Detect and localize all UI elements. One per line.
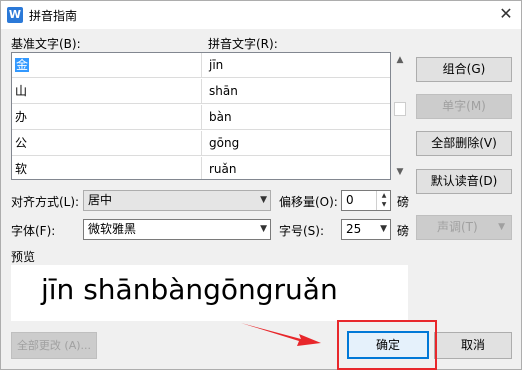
offset-label: 偏移量(O): bbox=[279, 195, 338, 209]
pinyin-text-cell[interactable]: gōng bbox=[202, 131, 390, 156]
base-cell[interactable]: 金 bbox=[12, 53, 202, 78]
font-label: 字体(F): bbox=[11, 224, 56, 238]
pinyin-grid: 金 jīn 山 shān 办 bàn 公 gōng 软 ruǎn bbox=[11, 52, 391, 180]
font-value: 微软雅黑 bbox=[88, 222, 137, 236]
pinyin-guide-dialog: W 拼音指南 ✕ 基准文字(B): 拼音文字(R): 金 jīn 山 shān … bbox=[0, 0, 522, 370]
change-all-button[interactable]: 全部更改 (A)... bbox=[11, 332, 97, 359]
chevron-down-icon: ▼ bbox=[260, 195, 267, 205]
scroll-thumb[interactable] bbox=[394, 102, 406, 116]
offset-value: 0 bbox=[346, 193, 354, 207]
pinyin-text-header: 拼音文字(R): bbox=[208, 37, 278, 51]
align-value: 居中 bbox=[88, 193, 113, 207]
base-text-cell[interactable]: 办 bbox=[12, 105, 202, 130]
offset-spinner[interactable]: 0 ▲ ▼ bbox=[341, 190, 391, 211]
base-text-cell[interactable]: 公 bbox=[12, 131, 202, 156]
combine-button[interactable]: 组合(G) bbox=[416, 57, 512, 82]
title-bar: W 拼音指南 ✕ bbox=[1, 1, 521, 29]
base-text-cell[interactable]: 金 bbox=[15, 58, 30, 72]
pinyin-text-cell[interactable]: ruǎn bbox=[202, 157, 390, 179]
pinyin-text-cell[interactable]: shān bbox=[202, 79, 390, 104]
table-row: 山 shān bbox=[12, 79, 390, 104]
base-text-cell[interactable]: 软 bbox=[12, 157, 202, 179]
chevron-down-icon: ▼ bbox=[380, 224, 387, 234]
preview-label: 预览 bbox=[11, 250, 36, 264]
tone-button-label: 声调(T) bbox=[437, 220, 478, 234]
chevron-down-icon: ▼ bbox=[260, 224, 267, 234]
spin-down-icon[interactable]: ▼ bbox=[377, 200, 391, 209]
chevron-down-icon: ▼ bbox=[498, 222, 505, 232]
table-row: 办 bàn bbox=[12, 105, 390, 130]
table-row: 软 ruǎn bbox=[12, 157, 390, 179]
size-label: 字号(S): bbox=[279, 224, 325, 238]
cancel-button[interactable]: 取消 bbox=[434, 332, 512, 359]
close-icon[interactable]: ✕ bbox=[491, 1, 521, 29]
size-select[interactable]: 25 ▼ bbox=[341, 219, 391, 240]
scroll-down-icon[interactable]: ▼ bbox=[392, 164, 408, 180]
base-text-header: 基准文字(B): bbox=[11, 37, 81, 51]
align-select[interactable]: 居中 ▼ bbox=[83, 190, 271, 211]
pinyin-text-cell[interactable]: jīn bbox=[202, 53, 390, 78]
font-select[interactable]: 微软雅黑 ▼ bbox=[83, 219, 271, 240]
highlight-box bbox=[337, 320, 437, 370]
scroll-up-icon[interactable]: ▲ bbox=[392, 52, 408, 68]
delete-all-button[interactable]: 全部删除(V) bbox=[416, 131, 512, 156]
grid-scrollbar[interactable]: ▲ ▼ bbox=[392, 52, 408, 180]
tone-button[interactable]: 声调(T) ▼ bbox=[416, 215, 512, 240]
table-row: 金 jīn bbox=[12, 53, 390, 78]
size-unit: 磅 bbox=[397, 224, 410, 238]
spin-up-icon[interactable]: ▲ bbox=[377, 191, 391, 200]
offset-unit: 磅 bbox=[397, 195, 410, 209]
table-row: 公 gōng bbox=[12, 131, 390, 156]
size-value: 25 bbox=[346, 222, 362, 236]
preview-box: jīn shānbàngōngruǎn bbox=[11, 265, 408, 321]
spinner-buttons[interactable]: ▲ ▼ bbox=[376, 191, 390, 210]
align-label: 对齐方式(L): bbox=[11, 195, 80, 209]
dialog-title: 拼音指南 bbox=[29, 9, 78, 23]
single-char-button[interactable]: 单字(M) bbox=[416, 94, 512, 119]
pinyin-text-cell[interactable]: bàn bbox=[202, 105, 390, 130]
annotation-arrow-icon bbox=[241, 323, 321, 346]
base-text-cell[interactable]: 山 bbox=[12, 79, 202, 104]
preview-text: jīn shānbàngōngruǎn bbox=[41, 273, 338, 306]
default-reading-button[interactable]: 默认读音(D) bbox=[416, 169, 512, 194]
wps-app-icon: W bbox=[7, 7, 23, 23]
